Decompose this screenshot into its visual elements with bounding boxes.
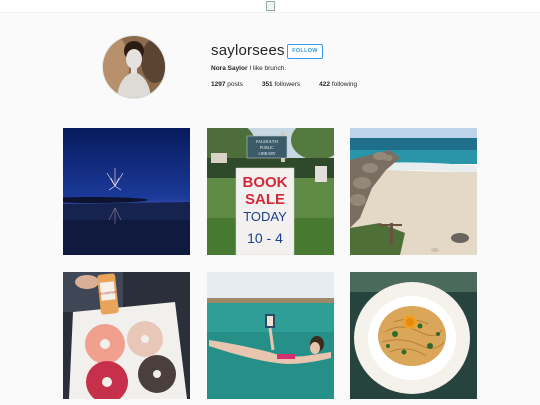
sign-hours: 10 - 4 — [247, 230, 283, 246]
post-tile-pasta[interactable] — [350, 272, 477, 399]
profile-avatar[interactable] — [102, 35, 166, 99]
follow-button[interactable]: FOLLOW — [287, 44, 323, 59]
post-tile-beach[interactable] — [350, 128, 477, 255]
stat-followers-count: 351 — [261, 81, 273, 88]
stat-following[interactable]: 422 following — [319, 81, 357, 88]
stat-following-count: 422 — [319, 81, 331, 88]
profile-full-name: Nora Saylor — [211, 65, 248, 72]
profile-bio: Nora Saylor I like brunch. — [211, 65, 286, 72]
stat-following-label: following — [331, 81, 358, 88]
sign-today: TODAY — [243, 209, 287, 224]
post-tile-floating-reader[interactable] — [207, 272, 334, 399]
post-tile-book-sale[interactable]: FALMOUTH PUBLIC LIBRARY BOOK SALE TODAY … — [207, 128, 334, 255]
svg-text:LIBRARY: LIBRARY — [258, 151, 275, 156]
svg-text:FALMOUTH: FALMOUTH — [256, 139, 278, 144]
stat-followers-label: followers — [274, 81, 301, 88]
post-tile-donuts[interactable]: BLACKBERRY — [63, 272, 190, 399]
profile-username: saylorsees — [211, 42, 285, 59]
stat-followers[interactable]: 351 followers — [262, 81, 300, 88]
sign-sale: SALE — [245, 191, 285, 208]
profile-stats: 1297 posts 351 followers 422 following — [211, 81, 376, 88]
broken-image-icon — [266, 1, 275, 11]
sign-book: BOOK — [243, 174, 288, 191]
top-bar — [0, 0, 540, 13]
stat-posts-label: posts — [227, 81, 243, 88]
stat-posts[interactable]: 1297 posts — [211, 81, 243, 88]
stat-posts-count: 1297 — [211, 81, 226, 88]
profile-bio-text: I like brunch. — [249, 65, 287, 72]
post-tile-fireworks[interactable] — [63, 128, 190, 255]
svg-text:PUBLIC: PUBLIC — [260, 145, 275, 150]
